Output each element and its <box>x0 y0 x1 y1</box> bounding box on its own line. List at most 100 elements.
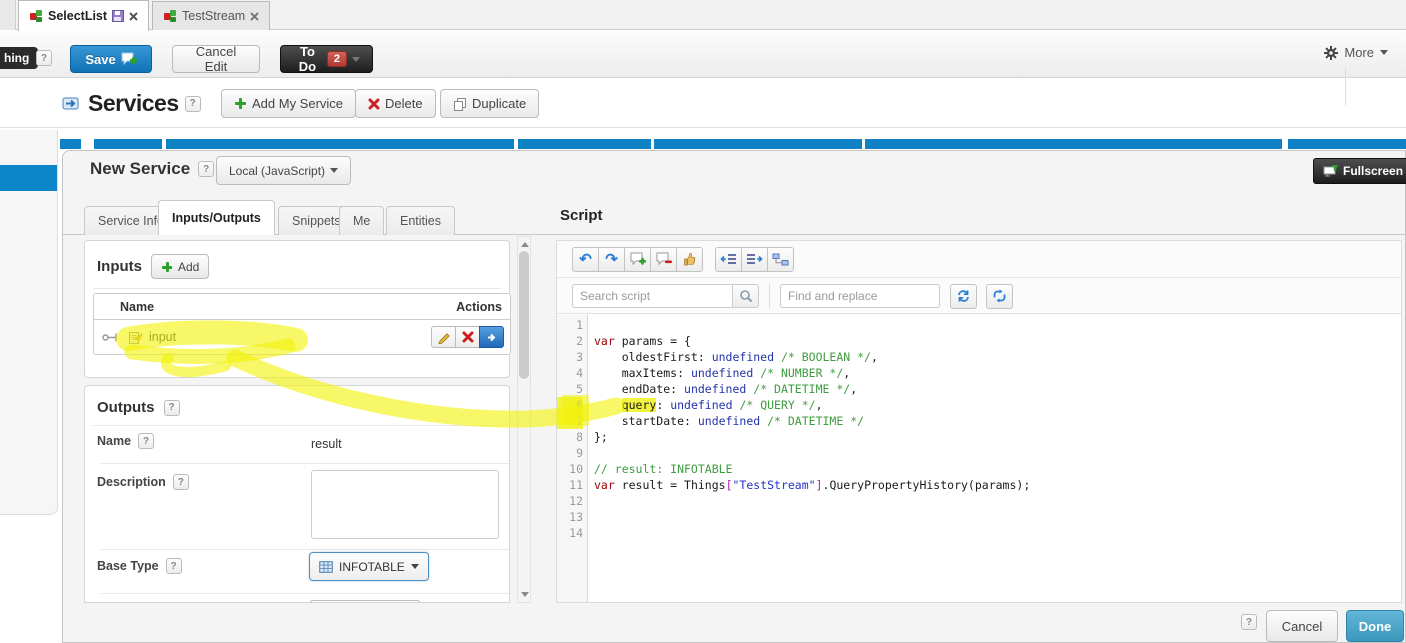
more-button[interactable]: More <box>1324 45 1388 60</box>
lint-button[interactable] <box>676 246 703 272</box>
description-textarea[interactable] <box>311 470 499 539</box>
divider <box>93 425 501 426</box>
help-badge[interactable]: ? <box>36 50 52 66</box>
save-button[interactable]: Save <box>70 45 152 73</box>
tab-inputs-outputs[interactable]: Inputs/Outputs <box>158 200 275 235</box>
edit-input-button[interactable] <box>431 326 456 348</box>
undo-button[interactable]: ↶ <box>572 246 599 272</box>
scroll-up-arrow[interactable] <box>521 242 529 247</box>
outdent-button[interactable] <box>715 246 742 272</box>
plus-icon <box>162 261 172 272</box>
caret-down-icon <box>352 56 360 62</box>
todo-button[interactable]: To Do 2 <box>280 44 373 74</box>
add-comment-button[interactable] <box>624 246 651 272</box>
add-input-button[interactable]: Add <box>151 254 210 279</box>
tab-label: Entities <box>400 214 441 228</box>
indent-icon <box>747 254 763 264</box>
find-replace-input[interactable] <box>780 284 940 308</box>
delete-input-button[interactable] <box>455 326 480 348</box>
replace-all-icon <box>993 289 1006 303</box>
script-toolbar: ↶ ↷ <box>557 241 1401 278</box>
toolbar-divider <box>1345 67 1346 105</box>
tab-me[interactable]: Me <box>339 206 385 235</box>
parameter-icon <box>129 331 143 344</box>
outdent-icon <box>720 254 736 264</box>
save-label: Save <box>85 51 116 67</box>
add-my-service-button[interactable]: Add My Service <box>221 89 357 118</box>
remove-comment-button[interactable] <box>650 246 677 272</box>
delete-label: Delete <box>385 96 423 111</box>
format-code-button[interactable] <box>767 246 794 272</box>
fullscreen-label: Fullscreen <box>1343 164 1404 178</box>
help-badge[interactable]: ? <box>165 558 182 574</box>
entity-tab-label: TestStream <box>182 9 246 23</box>
todo-count-badge: 2 <box>326 51 347 67</box>
move-input-button[interactable] <box>479 326 504 348</box>
comment-remove-icon <box>656 252 672 266</box>
main-toolbar: hing ? Save Cancel Edit To Do 2 More <box>0 31 1406 105</box>
done-button[interactable]: Done <box>1346 610 1404 642</box>
caret-down-icon <box>330 168 339 173</box>
help-badge[interactable]: ? <box>172 474 189 490</box>
language-label: Local (JavaScript) <box>229 163 326 178</box>
close-icon[interactable] <box>250 11 259 21</box>
cancel-edit-label: Cancel Edit <box>195 44 237 74</box>
add-my-service-label: Add My Service <box>252 96 344 111</box>
name-label: Name <box>97 434 132 448</box>
scrollbar-thumb[interactable] <box>519 251 529 379</box>
drag-handle-icon[interactable] <box>102 332 119 343</box>
outputs-heading: Outputs <box>97 399 155 416</box>
line-number-gutter: 1 2 3 4 5 6 7 8 9 10 11 12 13 14 <box>557 315 588 602</box>
replace-button[interactable] <box>950 283 977 309</box>
delete-x-icon <box>368 98 380 109</box>
entity-tab-label: SelectList <box>48 9 108 23</box>
col-actions: Actions <box>456 299 502 314</box>
scroll-down-arrow[interactable] <box>521 592 529 597</box>
script-editor: ↶ ↷ 1234567891011121314 var params = { o… <box>556 240 1402 603</box>
cancel-edit-button[interactable]: Cancel Edit <box>172 44 260 74</box>
help-badge[interactable]: ? <box>198 161 215 177</box>
input-name: input <box>149 330 177 344</box>
selected-list-item[interactable] <box>0 165 57 191</box>
search-icon <box>739 290 752 303</box>
indent-button[interactable] <box>741 246 768 272</box>
caret-down-icon <box>410 564 419 569</box>
cancel-button[interactable]: Cancel <box>1266 610 1338 642</box>
tab-label: Snippets <box>292 214 341 228</box>
entity-tab-teststream[interactable]: TestStream <box>152 1 271 30</box>
delete-button[interactable]: Delete <box>355 89 436 118</box>
more-label: More <box>1344 45 1374 60</box>
fullscreen-icon <box>1323 165 1338 177</box>
help-badge[interactable]: ? <box>184 95 201 112</box>
fullscreen-button[interactable]: Fullscreen <box>1313 158 1406 184</box>
redo-button[interactable]: ↷ <box>598 246 625 272</box>
inputs-heading: Inputs <box>97 258 142 275</box>
help-badge[interactable]: ? <box>138 433 155 449</box>
replace-all-button[interactable] <box>986 283 1013 309</box>
left-column-scrollbar[interactable] <box>517 236 531 603</box>
comment-add-icon <box>630 252 646 266</box>
code-lines[interactable]: var params = { oldestFirst: undefined /*… <box>588 315 1401 602</box>
entity-tab-selectlist[interactable]: SelectList <box>18 0 150 31</box>
close-icon[interactable] <box>129 11 138 21</box>
input-row[interactable]: input <box>94 320 510 354</box>
duplicate-icon <box>454 97 466 111</box>
code-area[interactable]: 1 2 3 4 5 6 7 8 9 10 11 12 13 14 var params = { oldes… <box>557 315 1401 602</box>
undo-icon: ↶ <box>579 250 592 268</box>
inputs-card: Inputs Add Name Actions input <box>84 240 511 378</box>
services-icon <box>62 97 79 110</box>
tab-label: Inputs/Outputs <box>172 211 261 225</box>
help-badge[interactable]: ? <box>163 399 180 416</box>
description-label: Description <box>97 475 166 489</box>
page-title: Services <box>88 90 179 116</box>
thumbs-up-icon <box>683 252 695 266</box>
language-dropdown[interactable]: Local (JavaScript) <box>216 156 352 185</box>
tab-entities[interactable]: Entities <box>386 206 455 235</box>
format-code-icon <box>772 253 789 265</box>
search-button[interactable] <box>732 284 759 308</box>
base-type-dropdown[interactable]: INFOTABLE <box>309 552 429 581</box>
help-badge[interactable]: ? <box>1241 614 1257 630</box>
search-script-input[interactable] <box>572 284 732 308</box>
thing-icon <box>30 10 42 22</box>
duplicate-button[interactable]: Duplicate <box>440 89 540 118</box>
